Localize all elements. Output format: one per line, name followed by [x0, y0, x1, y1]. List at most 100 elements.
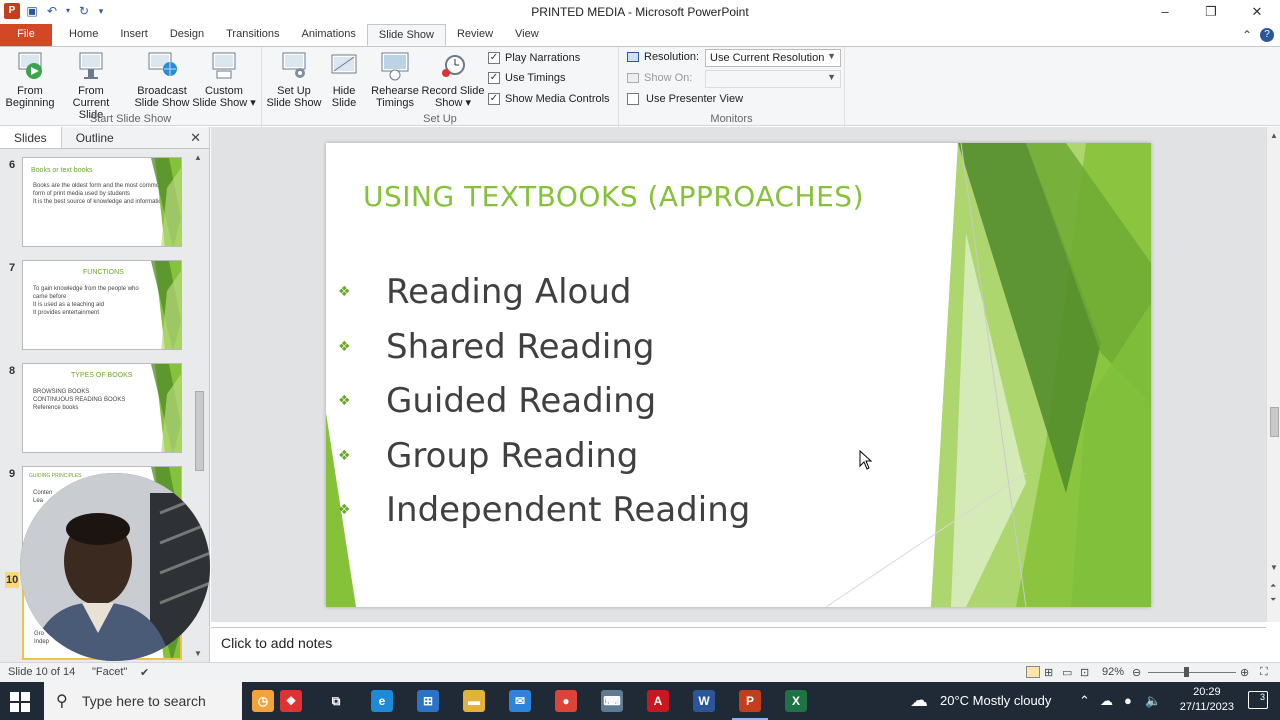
checkbox-checked-icon[interactable]: ✓ — [488, 72, 500, 84]
close-button[interactable]: ✕ — [1234, 0, 1280, 24]
title-bar: P ▣ ↶ ▾ ↻ ▾ PRINTED MEDIA - Microsoft Po… — [0, 0, 1280, 24]
show-media-controls-checkbox[interactable]: ✓ Show Media Controls — [488, 93, 610, 105]
search-icon: ⚲ — [56, 693, 68, 710]
slide-sorter-icon[interactable]: ⊞ — [1044, 666, 1053, 679]
slide-show-view-icon[interactable]: ⊡ — [1080, 666, 1089, 679]
task-view-icon[interactable]: ⧉ — [325, 690, 347, 712]
scroll-up-icon[interactable]: ▲ — [194, 153, 202, 162]
minimize-button[interactable]: – — [1142, 0, 1188, 24]
zoom-slider-knob[interactable] — [1184, 667, 1189, 677]
tab-slide-show[interactable]: Slide Show — [366, 24, 446, 46]
previous-slide-icon[interactable]: ⏶ — [1270, 581, 1276, 591]
next-slide-icon[interactable]: ⏷ — [1270, 595, 1276, 605]
slide-title[interactable]: USING TEXTBOOKS (APPROACHES) — [363, 180, 864, 213]
excel-icon[interactable]: X — [785, 690, 807, 712]
tab-animations[interactable]: Animations — [291, 24, 367, 46]
zoom-out-icon[interactable]: ⊖ — [1132, 666, 1141, 679]
scroll-down-icon[interactable]: ▼ — [194, 649, 202, 658]
powerpoint-icon[interactable]: P — [739, 690, 761, 712]
show-on-select[interactable]: ▼ — [705, 70, 841, 88]
list-item[interactable]: ❖ Shared Reading — [338, 320, 750, 375]
gift-icon[interactable]: ❖ — [280, 690, 302, 712]
mail-icon[interactable]: ✉ — [509, 690, 531, 712]
slide-scrollbar[interactable]: ▲ ▼ ⏶ ⏷ — [1266, 127, 1280, 622]
spell-check-icon[interactable]: ✔ — [140, 666, 149, 679]
microphone-icon[interactable]: ● — [1124, 693, 1132, 708]
rehearse-timings-icon — [381, 52, 409, 81]
diamond-bullet-icon: ❖ — [338, 284, 351, 300]
tab-insert[interactable]: Insert — [109, 24, 159, 46]
list-item: It is used as a teaching aid — [33, 302, 105, 308]
tab-view[interactable]: View — [504, 24, 550, 46]
tab-file[interactable]: File — [0, 24, 52, 46]
notifications-icon[interactable]: 3 — [1248, 691, 1268, 709]
weather-text[interactable]: 20°C Mostly cloudy — [940, 693, 1051, 708]
notes-pane[interactable]: Click to add notes — [211, 627, 1266, 660]
scrollbar-thumb[interactable] — [195, 391, 204, 471]
weather-icon[interactable]: ☁ — [910, 690, 928, 711]
zoom-level[interactable]: 92% — [1102, 666, 1124, 678]
scroll-down-icon[interactable]: ▼ — [1270, 563, 1278, 572]
list-item[interactable]: ❖ Guided Reading — [338, 374, 750, 429]
broadcast-slide-show-button[interactable]: Broadcast Slide Show — [130, 49, 194, 109]
close-icon[interactable]: ✕ — [190, 130, 201, 146]
start-slide-show-group-label: Start Slide Show — [89, 113, 172, 125]
list-item: BROWSING BOOKS — [33, 389, 90, 395]
checkbox-checked-icon[interactable]: ✓ — [488, 93, 500, 105]
tab-review[interactable]: Review — [446, 24, 504, 46]
facet-decoration — [151, 158, 181, 246]
scroll-up-icon[interactable]: ▲ — [1270, 131, 1278, 140]
list-item[interactable]: ❖ Group Reading — [338, 429, 750, 484]
thumbnail: Books or text books Books are the oldest… — [22, 157, 182, 247]
from-current-slide-button[interactable]: From Current Slide — [59, 49, 123, 121]
onedrive-icon[interactable]: ☁ — [1100, 693, 1113, 709]
diamond-bullet-icon: ❖ — [338, 447, 351, 464]
list-item[interactable]: ❖ Reading Aloud — [338, 265, 750, 320]
reading-view-icon[interactable]: ▭ — [1062, 666, 1072, 679]
chrome-icon[interactable]: ● — [555, 690, 577, 712]
record-slide-show-button[interactable]: Record Slide Show ▾ — [420, 49, 486, 109]
thumbnail-title: FUNCTIONS — [83, 269, 124, 276]
restore-button[interactable]: ❐ — [1188, 0, 1234, 24]
taskbar-search[interactable]: ⚲ Type here to search — [44, 682, 242, 720]
tab-slides[interactable]: Slides — [0, 127, 62, 148]
custom-slide-show-button[interactable]: Custom Slide Show ▾ — [192, 49, 256, 109]
scrollbar-thumb[interactable] — [1270, 407, 1279, 437]
checkbox-checked-icon[interactable]: ✓ — [488, 52, 500, 64]
thumbnail-title: GUIDING PRINCIPLES — [29, 473, 82, 479]
zoom-in-icon[interactable]: ⊕ — [1240, 666, 1249, 679]
use-timings-checkbox[interactable]: ✓ Use Timings — [488, 72, 566, 84]
tab-outline[interactable]: Outline — [62, 127, 128, 148]
help-icon[interactable]: ? — [1260, 28, 1274, 42]
widgets-icon[interactable]: ◷ — [252, 690, 274, 712]
list-item[interactable]: ❖ Independent Reading — [338, 483, 750, 538]
system-clock[interactable]: 20:29 27/11/2023 — [1180, 685, 1234, 715]
windows-start-icon[interactable] — [10, 692, 30, 712]
collapse-ribbon-icon[interactable]: ⌃ — [1242, 28, 1252, 42]
diamond-bullet-icon: ❖ — [338, 338, 351, 355]
volume-icon[interactable]: 🔈 — [1145, 693, 1161, 709]
normal-view-icon[interactable] — [1026, 666, 1040, 678]
store-icon[interactable]: ⊞ — [417, 690, 439, 712]
show-hidden-icons[interactable]: ⌃ — [1079, 693, 1090, 709]
tab-transitions[interactable]: Transitions — [215, 24, 290, 46]
edge-icon[interactable]: e — [371, 690, 393, 712]
word-icon[interactable]: W — [693, 690, 715, 712]
tab-design[interactable]: Design — [159, 24, 215, 46]
fit-to-window-icon[interactable]: ⛶ — [1260, 666, 1268, 679]
play-narrations-checkbox[interactable]: ✓ Play Narrations — [488, 52, 580, 64]
zoom-slider[interactable] — [1148, 672, 1236, 673]
webcam-overlay — [20, 473, 210, 661]
from-beginning-button[interactable]: From Beginning — [0, 49, 62, 109]
tab-home[interactable]: Home — [58, 24, 109, 46]
file-explorer-icon[interactable]: ▬ — [463, 690, 485, 712]
checkbox-unchecked-icon[interactable] — [627, 93, 639, 105]
theme-name: "Facet" — [92, 666, 128, 678]
resolution-select[interactable]: Use Current Resolution ▼ — [705, 49, 841, 67]
slide-bullet-list[interactable]: ❖ Reading Aloud ❖ Shared Reading ❖ Guided R… — [338, 265, 750, 538]
use-presenter-view-checkbox[interactable]: Use Presenter View — [627, 93, 743, 105]
rehearse-timings-button[interactable]: Rehearse Timings — [363, 49, 427, 109]
acrobat-icon[interactable]: A — [647, 690, 669, 712]
current-slide[interactable]: USING TEXTBOOKS (APPROACHES) ❖ Reading Al… — [326, 143, 1151, 607]
keyboard-icon[interactable]: ⌨ — [601, 690, 623, 712]
